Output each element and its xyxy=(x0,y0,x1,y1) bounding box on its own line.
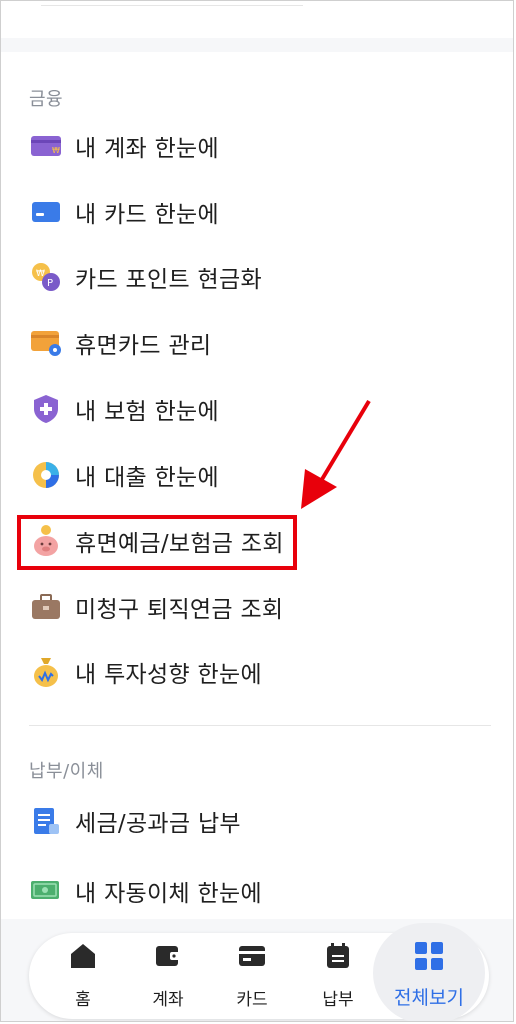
nav-view-all[interactable]: 전체보기 xyxy=(383,937,475,1015)
grid-icon xyxy=(414,941,444,971)
bill-icon xyxy=(29,804,63,838)
section-divider xyxy=(29,725,491,726)
dormant-card-icon xyxy=(29,326,63,360)
menu-item-card-points[interactable]: ₩ P 카드 포인트 현금화 xyxy=(29,257,262,297)
top-divider xyxy=(41,5,303,6)
menu-item-my-account[interactable]: ₩ 내 계좌 한눈에 xyxy=(29,126,219,166)
insurance-shield-icon xyxy=(29,392,63,426)
briefcase-icon xyxy=(29,590,63,624)
section-gap xyxy=(1,38,513,52)
highlight-box xyxy=(17,515,297,570)
calendar-icon xyxy=(323,941,353,971)
menu-item-auto-transfer[interactable]: 내 자동이체 한눈에 xyxy=(29,871,262,911)
nav-home[interactable]: 홈 xyxy=(61,937,105,1015)
menu-item-dormant-card[interactable]: 휴면카드 관리 xyxy=(29,323,211,363)
menu-item-my-card[interactable]: 내 카드 한눈에 xyxy=(29,192,219,232)
svg-text:₩: ₩ xyxy=(52,146,60,155)
menu-item-unclaimed-pension[interactable]: 미청구 퇴직연금 조회 xyxy=(29,587,283,627)
account-card-icon: ₩ xyxy=(29,129,63,163)
annotation-arrow-icon xyxy=(301,399,371,509)
money-bag-icon xyxy=(29,655,63,689)
home-icon xyxy=(68,941,98,971)
menu-item-tax-payment[interactable]: 세금/공과금 납부 xyxy=(29,801,241,841)
menu-item-investment-profile[interactable]: 내 투자성향 한눈에 xyxy=(29,652,262,692)
section-title-payment: 납부/이체 xyxy=(29,761,104,782)
menu-item-my-loan[interactable]: 내 대출 한눈에 xyxy=(29,455,219,495)
card-icon xyxy=(29,195,63,229)
menu-item-my-insurance[interactable]: 내 보험 한눈에 xyxy=(29,389,219,429)
nav-card[interactable]: 카드 xyxy=(227,937,277,1015)
section-title-finance: 금융 xyxy=(29,89,64,110)
wallet-icon xyxy=(153,941,183,971)
svg-text:P: P xyxy=(47,278,53,289)
loan-pie-icon xyxy=(29,458,63,492)
nav-account[interactable]: 계좌 xyxy=(143,937,193,1015)
auto-transfer-icon xyxy=(29,874,63,908)
card-nav-icon xyxy=(237,941,267,971)
nav-payment[interactable]: 납부 xyxy=(313,937,363,1015)
points-icon: ₩ P xyxy=(29,260,63,294)
app-screen: 금융 ₩ 내 계좌 한눈에 내 카드 한눈에 ₩ P 카드 포인트 현금화 휴면카… xyxy=(0,0,514,1022)
